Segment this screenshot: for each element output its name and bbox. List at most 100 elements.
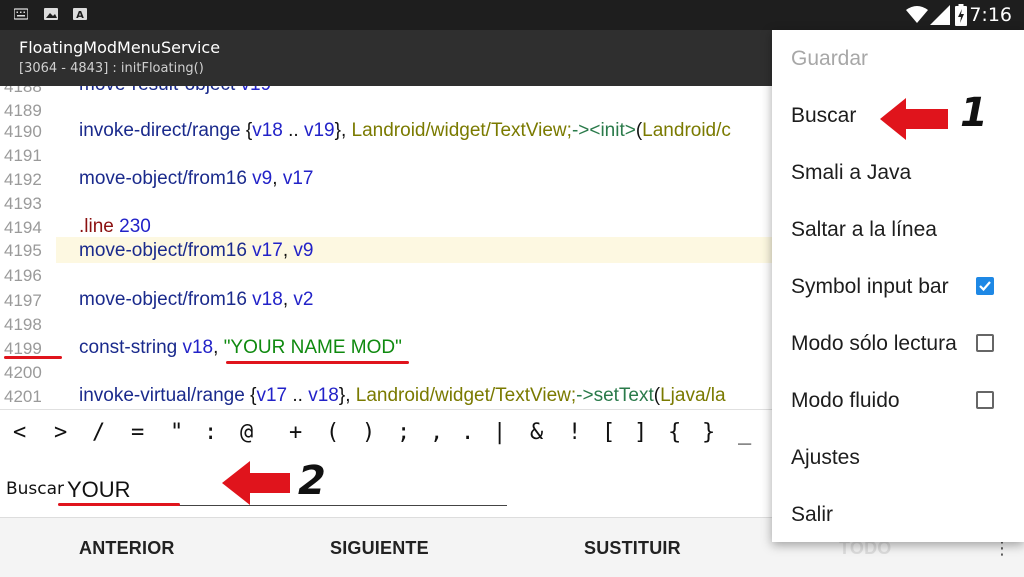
readonly-checkbox[interactable] [976, 334, 994, 352]
register: v17 [256, 385, 288, 406]
symbol-key[interactable]: , [430, 420, 443, 445]
image-icon [44, 8, 58, 20]
opcode: move-object/from16 [79, 240, 247, 261]
previous-button[interactable]: ANTERIOR [79, 538, 175, 559]
line-number: 4198 [4, 315, 42, 334]
annotation-number-2: 2 [298, 458, 326, 504]
symbol-key[interactable]: _ [738, 420, 751, 445]
punct: , [282, 289, 294, 310]
symbol-key[interactable]: & [530, 420, 543, 445]
type-ref: Landroid/widget/TextView; [355, 385, 577, 406]
line-number: 4193 [4, 194, 42, 213]
menu-item-settings[interactable]: Ajustes [791, 446, 860, 470]
menu-item-fluid-mode[interactable]: Modo fluido [791, 389, 900, 413]
type-ref: Landroid/widget/TextView; [351, 120, 572, 141]
register: v19 [303, 120, 335, 141]
line-number: 4192 [4, 170, 42, 189]
line-number: 4188 [4, 86, 42, 96]
punct: , [282, 240, 294, 261]
symbol-key[interactable]: { [668, 420, 681, 445]
code-line-4192: move-object/from16 v9, v17 [79, 168, 313, 190]
register: v17 [246, 240, 283, 261]
symbol-key[interactable]: ] [634, 420, 647, 445]
menu-item-readonly[interactable]: Modo sólo lectura [791, 332, 957, 356]
register: v18 [177, 337, 214, 358]
punct: , [272, 168, 283, 189]
line-number: 4201 [4, 387, 42, 406]
symbol-key[interactable]: . [461, 420, 474, 445]
code-line-4194: .line 230 [79, 216, 151, 238]
menu-item-exit[interactable]: Salir [791, 503, 833, 527]
code-line-4199: const-string v18, "YOUR NAME MOD" [79, 337, 402, 359]
keyboard-icon [14, 8, 28, 20]
annotation-arrow-icon [222, 461, 290, 505]
opcode: invoke-virtual/range [79, 385, 245, 406]
annotation-underline-search [58, 503, 180, 506]
method-ref: -><init> [571, 120, 636, 141]
menu-item-goto-line[interactable]: Saltar a la línea [791, 218, 937, 242]
punct: .. [282, 120, 304, 141]
line-number: 4190 [4, 122, 42, 141]
line-number: 4196 [4, 266, 42, 285]
signal-icon [930, 5, 950, 25]
replace-button[interactable]: SUSTITUIR [584, 538, 681, 559]
menu-item-save[interactable]: Guardar [791, 47, 868, 71]
symbol-key[interactable]: @ [240, 420, 253, 445]
type-ref: Ljava/la [660, 385, 726, 406]
text-a-icon: A [73, 8, 87, 20]
opcode: move-object/from16 [79, 168, 247, 189]
symbol-key[interactable]: ( [326, 420, 339, 445]
code-line-4197: move-object/from16 v18, v2 [79, 289, 313, 311]
symbol-key[interactable]: ) [362, 420, 375, 445]
opcode: move-result-object [79, 86, 235, 95]
symbol-bar-checkbox[interactable] [976, 277, 994, 295]
annotation-number-1: 1 [960, 90, 988, 136]
line-number: 4191 [4, 146, 42, 165]
app-title: FloatingModMenuService [19, 38, 221, 57]
line-number: 4189 [4, 101, 42, 120]
line-number: 4194 [4, 218, 42, 237]
code-line-4201: invoke-virtual/range {v17 .. v18}, Landr… [79, 385, 726, 407]
code-line-4190: invoke-direct/range {v18 .. v19}, Landro… [79, 120, 731, 142]
menu-item-search[interactable]: Buscar [791, 104, 856, 128]
punct: { [240, 120, 253, 141]
app-subtitle: [3064 - 4843] : initFloating() [19, 61, 204, 76]
symbol-key[interactable]: " [170, 420, 183, 445]
line-number: 4195 [4, 241, 42, 260]
punct: }, [334, 120, 352, 141]
wifi-icon [906, 6, 928, 23]
battery-charging-icon [955, 4, 967, 26]
menu-item-symbol-bar[interactable]: Symbol input bar [791, 275, 949, 299]
symbol-key[interactable]: | [493, 420, 506, 445]
string-literal: "YOUR NAME MOD" [223, 337, 402, 358]
next-button[interactable]: SIGUIENTE [330, 538, 429, 559]
punct: }, [338, 385, 356, 406]
symbol-key[interactable]: : [204, 420, 217, 445]
register: v17 [282, 168, 314, 189]
symbol-key[interactable]: ; [397, 420, 410, 445]
symbol-key[interactable]: + [289, 420, 302, 445]
symbol-key[interactable]: > [54, 420, 67, 445]
symbol-key[interactable]: < [13, 420, 26, 445]
symbol-key[interactable]: [ [602, 420, 615, 445]
svg-text:A: A [76, 10, 84, 20]
annotation-underline-line-number [4, 356, 62, 359]
register: v18 [252, 120, 283, 141]
type-ref: Landroid/c [642, 120, 731, 141]
fluid-mode-checkbox[interactable] [976, 391, 994, 409]
checkmark-icon [979, 281, 991, 292]
code-line-4188: move-result-object v19 [79, 86, 271, 96]
symbol-key[interactable]: ! [568, 420, 581, 445]
symbol-key[interactable]: } [702, 420, 715, 445]
register: v9 [293, 240, 314, 261]
search-label: Buscar [6, 479, 65, 499]
annotation-underline-string [226, 361, 409, 364]
line-number: 4197 [4, 291, 42, 310]
opcode: const-string [79, 337, 178, 358]
menu-item-smali-to-java[interactable]: Smali a Java [791, 161, 911, 185]
register: v9 [246, 168, 273, 189]
symbol-key[interactable]: / [92, 420, 105, 445]
directive: .line [79, 216, 114, 237]
symbol-key[interactable]: = [131, 420, 144, 445]
code-line-4195: move-object/from16 v17, v9 [79, 240, 313, 262]
